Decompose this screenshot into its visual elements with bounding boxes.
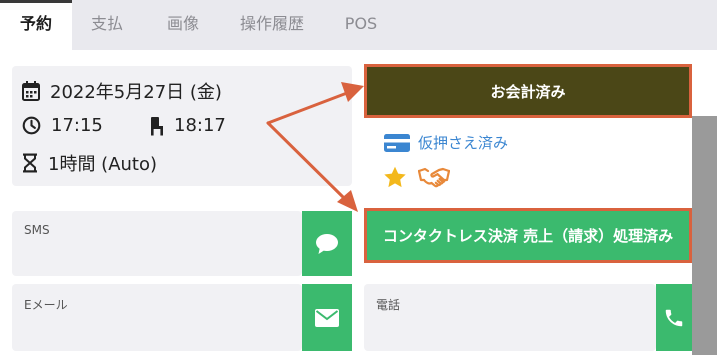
chat-bubble-icon — [316, 233, 338, 254]
chair-icon — [151, 116, 163, 135]
tab-pos[interactable]: POS — [330, 0, 392, 50]
sms-field[interactable]: SMS — [12, 211, 302, 276]
phone-label: 電話 — [376, 298, 401, 312]
tab-label: POS — [344, 14, 378, 33]
contactless-payment-label: コンタクトレス決済 売上（請求）処理済み — [382, 227, 674, 245]
credit-card-icon — [384, 133, 410, 152]
booking-date-row: 2022年5月27日 (金) — [22, 78, 222, 104]
tab-images[interactable]: 画像 — [152, 0, 214, 50]
phone-field[interactable]: 電話 — [364, 284, 656, 351]
tab-label: 予約 — [19, 14, 52, 33]
booking-start-time: 17:15 — [51, 115, 103, 136]
clock-icon — [22, 116, 41, 135]
tab-history[interactable]: 操作履歴 — [226, 0, 318, 50]
booking-seat-row: 18:17 — [148, 115, 226, 136]
booking-start-row: 17:15 — [22, 115, 103, 136]
tab-bar: 予約 支払 画像 操作履歴 POS — [0, 0, 717, 50]
booking-date: 2022年5月27日 (金) — [50, 82, 222, 103]
booking-duration-row: 1時間 (Auto) — [22, 150, 157, 176]
star-icon — [384, 166, 406, 188]
send-email-button[interactable] — [302, 284, 352, 351]
email-label: Eメール — [24, 298, 68, 312]
hold-status-label: 仮押さえ済み — [418, 134, 509, 152]
tab-payment[interactable]: 支払 — [74, 0, 140, 50]
calendar-icon — [22, 81, 40, 101]
tab-reservation[interactable]: 予約 — [0, 0, 72, 50]
tab-label: 画像 — [166, 14, 199, 33]
handshake-icon — [418, 167, 450, 188]
booking-duration: 1時間 (Auto) — [48, 154, 158, 175]
contactless-payment-button[interactable]: コンタクトレス決済 売上（請求）処理済み — [364, 208, 692, 263]
tab-label: 操作履歴 — [239, 14, 304, 33]
hold-status-link[interactable]: 仮押さえ済み — [384, 132, 508, 153]
email-field[interactable]: Eメール — [12, 284, 302, 351]
phone-icon — [665, 309, 683, 326]
call-phone-button[interactable] — [656, 284, 692, 351]
tab-label: 支払 — [90, 14, 123, 33]
active-tab-indicator — [0, 0, 72, 3]
paid-status-button[interactable]: お会計済み — [364, 64, 692, 118]
send-sms-button[interactable] — [302, 211, 352, 276]
envelope-icon — [315, 308, 339, 327]
booking-seat-time: 18:17 — [174, 115, 226, 136]
scrollbar-thumb[interactable] — [692, 116, 717, 355]
sms-label: SMS — [24, 223, 50, 237]
paid-status-label: お会計済み — [490, 82, 566, 101]
hourglass-icon — [23, 153, 37, 173]
